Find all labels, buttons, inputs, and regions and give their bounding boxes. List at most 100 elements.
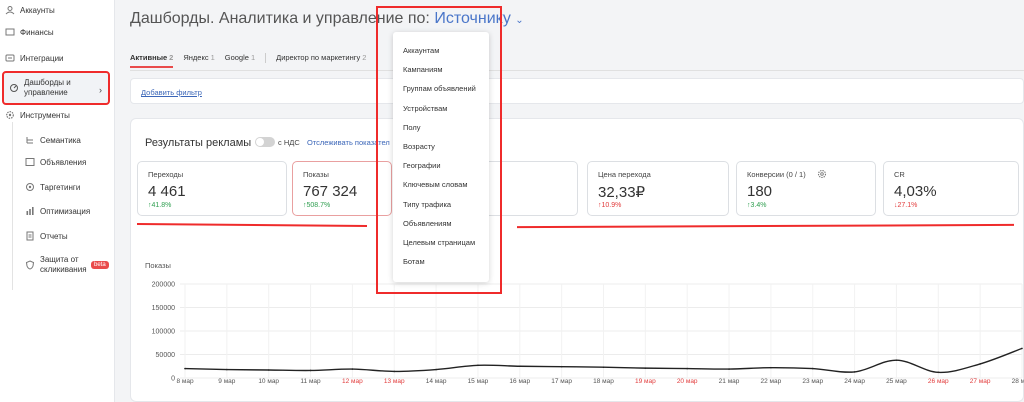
chevron-down-icon[interactable]: ⌄: [515, 15, 523, 26]
dropdown-item[interactable]: Ключевым словам: [403, 180, 468, 189]
data-point: [267, 369, 270, 371]
dropdown-item[interactable]: Устройствам: [403, 104, 447, 113]
data-point: [770, 366, 772, 369]
sidebar-item-finance[interactable]: Финансы: [0, 26, 115, 38]
metric-label: CR: [894, 170, 905, 179]
dropdown-item[interactable]: Типу трафика: [403, 200, 451, 209]
dashboard-icon: [9, 83, 19, 93]
y-tick-label: 200000: [152, 282, 175, 289]
tab-active[interactable]: Активные 2: [130, 53, 174, 68]
dropdown-item[interactable]: Объявлениям: [403, 219, 452, 228]
sidebar-item-label: Таргетинги: [40, 182, 81, 192]
sidebar-item-label: Защита от скликивания: [40, 255, 87, 274]
nds-toggle[interactable]: [255, 137, 275, 147]
x-tick-label: 9 мар: [218, 378, 236, 385]
data-point: [184, 367, 186, 370]
sidebar-item-label: Объявления: [40, 157, 87, 167]
metric-delta: ↑41.8%: [148, 202, 172, 209]
sidebar-item-label: Инструменты: [20, 110, 70, 120]
data-point: [728, 368, 730, 370]
dropdown-item[interactable]: Географии: [403, 161, 441, 170]
dropdown-item[interactable]: Ботам: [403, 257, 425, 266]
metric-card-cpc[interactable]: Цена перехода 32,33₽ ↑10.9%: [587, 161, 729, 216]
dropdown-item[interactable]: Группам объявлений: [403, 84, 476, 93]
plug-icon: [5, 53, 15, 63]
shield-icon: [25, 260, 35, 270]
metric-delta: ↑3.4%: [747, 202, 767, 209]
beta-badge: beta: [91, 261, 109, 269]
sidebar-item-tools[interactable]: Инструменты: [0, 109, 115, 121]
metric-label: Конверсии (0 / 1): [747, 170, 806, 179]
target-icon: [25, 182, 35, 192]
data-point: [519, 365, 521, 368]
sidebar-item-targeting[interactable]: Таргетинги: [0, 181, 115, 193]
x-tick-label: 16 мар: [509, 378, 530, 385]
data-point: [979, 363, 981, 365]
x-tick-label: 22 мар: [761, 378, 782, 385]
dropdown-item[interactable]: Кампаниям: [403, 65, 442, 74]
tab-marketing-director[interactable]: Директор по маркетингу 2: [276, 53, 366, 62]
sidebar-item-dashboards[interactable]: Дашборды и управление ›: [2, 71, 110, 105]
settings-icon[interactable]: [817, 169, 827, 179]
metric-card-clicks[interactable]: Переходы 4 461 ↑41.8%: [137, 161, 287, 216]
tab-count: 2: [169, 53, 174, 62]
metric-delta: ↑508.7%: [303, 202, 331, 209]
x-tick-label: 8 мар: [176, 378, 194, 385]
data-point: [644, 367, 647, 369]
data-point: [853, 371, 856, 373]
metric-card-conversions[interactable]: Конверсии (0 / 1) 180 ↑3.4%: [736, 161, 876, 216]
data-point: [895, 359, 898, 361]
impressions-chart: 200000 150000 100000 50000 0 8 мар 9 мар 10 мар…: [152, 282, 1024, 386]
data-point: [477, 364, 479, 367]
metric-value: 180: [747, 183, 773, 200]
x-tick-label: 27 мар: [970, 378, 991, 385]
x-tick-label: 24 мар: [844, 378, 865, 385]
wallet-icon: [5, 27, 15, 37]
ad-icon: [25, 157, 35, 167]
sidebar-item-click-protection[interactable]: Защита от скликивания beta: [0, 254, 115, 276]
dropdown-item[interactable]: Полу: [403, 123, 421, 132]
x-tick-label: 17 мар: [551, 378, 572, 385]
semantic-icon: [25, 135, 35, 145]
sidebar-item-label: Отчеты: [40, 231, 68, 241]
sidebar-item-semantics[interactable]: Семантика: [0, 134, 115, 146]
chart-title: Показы: [145, 261, 171, 270]
tab-yandex[interactable]: Яндекс 1: [183, 53, 214, 62]
tab-google[interactable]: Google 1: [225, 53, 255, 62]
metric-delta: ↑10.9%: [598, 202, 622, 209]
tabs-divider: [130, 70, 1024, 71]
data-point: [560, 365, 563, 368]
tab-label: Яндекс: [183, 53, 209, 62]
user-icon: [5, 5, 15, 15]
dropdown-item[interactable]: Возрасту: [403, 142, 435, 151]
y-tick-label: 0: [171, 376, 175, 383]
tab-count: 1: [250, 53, 256, 62]
dropdown-item[interactable]: Целевым страницам: [403, 238, 475, 247]
metric-card-cr[interactable]: CR 4,03% ↓27.1%: [883, 161, 1019, 216]
tab-label: Google: [224, 53, 249, 62]
add-filter-link[interactable]: Добавить фильтр: [141, 88, 202, 97]
tab-divider: [265, 53, 267, 63]
sidebar: Аккаунты Финансы Интеграции Дашборды и у…: [0, 0, 115, 402]
sidebar-item-label: Семантика: [40, 135, 81, 145]
x-tick-label: 12 мар: [342, 378, 363, 385]
data-point: [393, 370, 396, 373]
sidebar-item-ads[interactable]: Объявления: [0, 156, 115, 168]
sidebar-item-label: Оптимизация: [40, 206, 91, 216]
data-point: [226, 368, 228, 371]
x-tick-label: 21 мар: [719, 378, 740, 385]
sidebar-item-optimization[interactable]: Оптимизация: [0, 205, 115, 217]
filter-bar: Добавить фильтр: [130, 78, 1024, 104]
metric-value: 4,03%: [894, 183, 937, 200]
sidebar-item-accounts[interactable]: Аккаунты: [0, 4, 115, 16]
x-tick-label: 28 мар: [1012, 378, 1024, 385]
data-point: [351, 368, 354, 370]
metric-label: Цена перехода: [598, 170, 651, 179]
dropdown-item[interactable]: Аккаунтам: [403, 46, 439, 55]
sidebar-item-integrations[interactable]: Интеграции: [0, 52, 115, 64]
sidebar-item-reports[interactable]: Отчеты: [0, 230, 115, 242]
metric-value: 767 324: [303, 183, 358, 200]
data-point: [1021, 347, 1023, 350]
sidebar-item-label: Дашборды и управление: [24, 78, 71, 97]
gear-icon: [5, 110, 15, 120]
